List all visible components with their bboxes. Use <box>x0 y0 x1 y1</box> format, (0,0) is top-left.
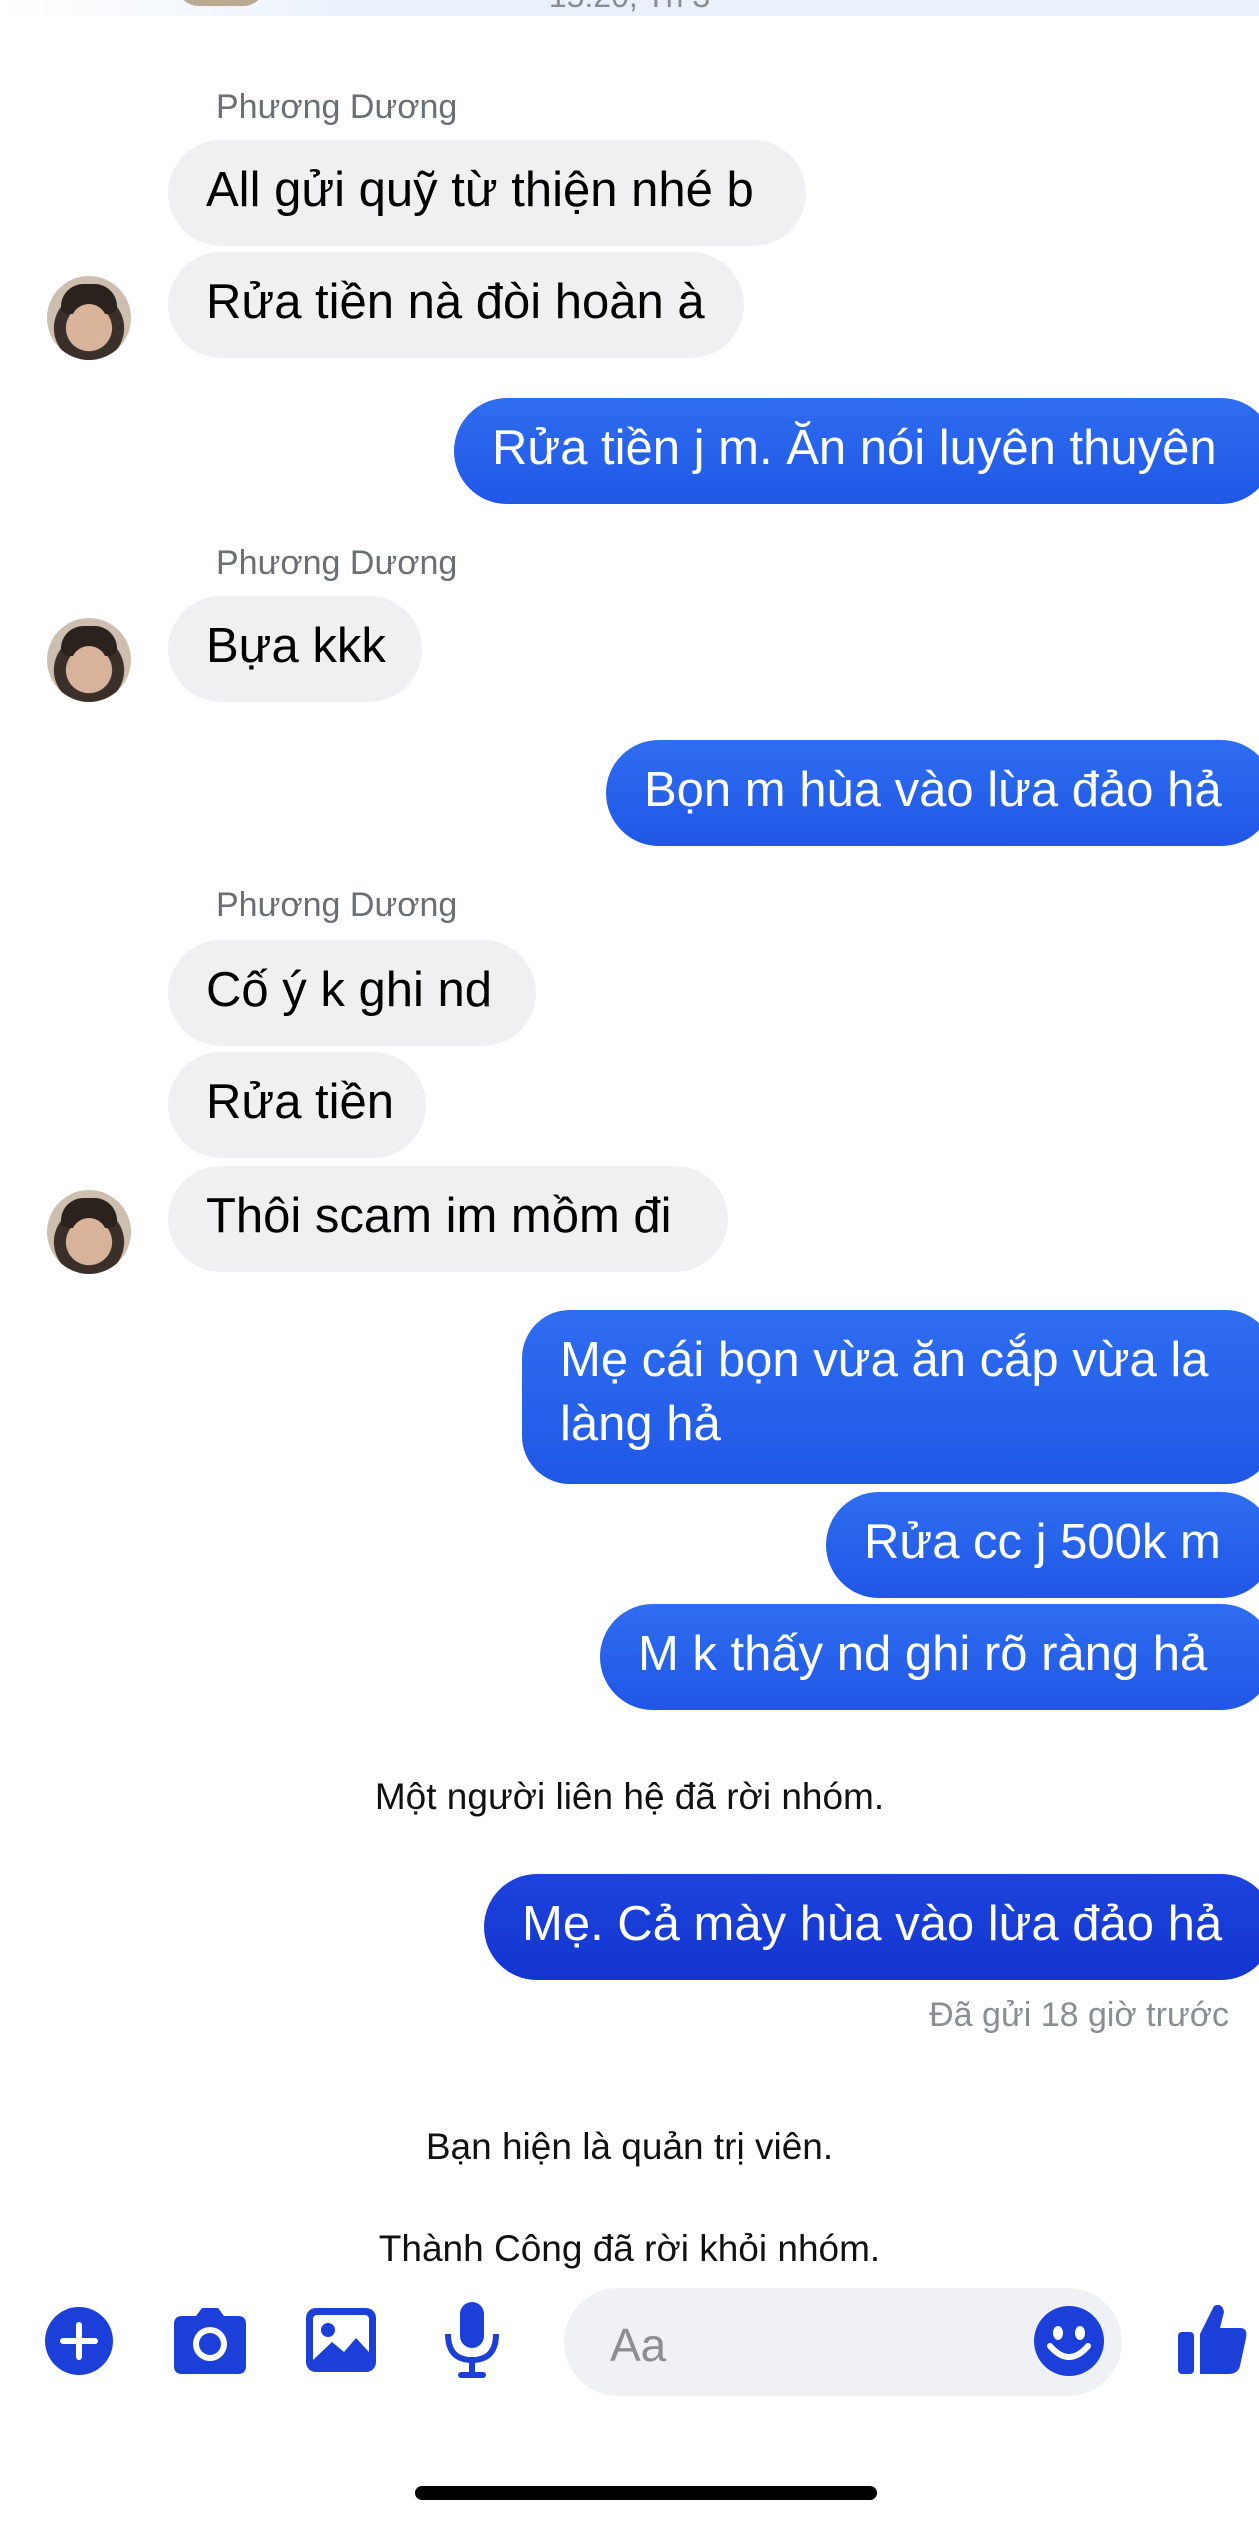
sender-name: Phương Dương <box>216 88 458 126</box>
message-text: M k thấy nd ghi rõ ràng hả <box>638 1627 1208 1681</box>
message-input-placeholder: Aa <box>610 2319 667 2371</box>
message-text: Rửa tiền nà đòi hoàn à <box>206 275 705 329</box>
camera-icon[interactable] <box>172 2306 248 2381</box>
incoming-message[interactable]: All gửi quỹ từ thiện nhé b <box>168 140 806 246</box>
sent-status: Đã gửi 18 giờ trước <box>929 1996 1229 2034</box>
sender-name: Phương Dương <box>216 544 458 582</box>
sender-avatar[interactable] <box>47 1190 131 1274</box>
system-notice: Một người liên hệ đã rời nhóm. <box>374 1776 885 1817</box>
image-icon[interactable] <box>306 2308 376 2377</box>
sender-avatar[interactable] <box>47 618 131 702</box>
message-timestamp: 15:20, Th 3 <box>0 0 1259 15</box>
incoming-message[interactable]: Thôi scam im mồm đi <box>168 1166 728 1272</box>
message-text: Cố ý k ghi nd <box>206 963 492 1017</box>
home-indicator[interactable] <box>415 2486 877 2500</box>
message-text: Mẹ. Cả mày hùa vào lừa đảo hả <box>522 1897 1223 1951</box>
system-notice: Thành Công đã rời khỏi nhóm. <box>378 2228 881 2269</box>
plus-icon[interactable] <box>44 2306 114 2381</box>
message-text: Bựa kkk <box>206 619 386 673</box>
outgoing-message[interactable]: Rửa tiền j m. Ăn nói luyên thuyên <box>454 398 1259 504</box>
outgoing-message[interactable]: Bọn m hùa vào lừa đảo hả <box>606 740 1259 846</box>
outgoing-message[interactable]: Rửa cc j 500k m <box>826 1492 1259 1598</box>
message-text-line: Mẹ cái bọn vừa ăn cắp vừa la <box>560 1333 1209 1387</box>
incoming-message[interactable]: Rửa tiền nà đòi hoàn à <box>168 252 744 358</box>
incoming-message[interactable]: Cố ý k ghi nd <box>168 940 536 1046</box>
outgoing-message[interactable]: Mẹ. Cả mày hùa vào lừa đảo hả <box>484 1874 1259 1980</box>
message-text-line: làng hả <box>560 1397 721 1451</box>
sender-avatar[interactable] <box>47 276 131 360</box>
incoming-message[interactable]: Rửa tiền <box>168 1052 426 1158</box>
microphone-icon[interactable] <box>444 2302 500 2385</box>
sender-name: Phương Dương <box>216 886 458 924</box>
message-text: Rửa cc j 500k m <box>864 1515 1221 1569</box>
message-text: Thôi scam im mồm đi <box>206 1189 672 1243</box>
system-notice: Bạn hiện là quản trị viên. <box>425 2126 834 2167</box>
thumbs-up-icon[interactable] <box>1176 2300 1248 2381</box>
incoming-message[interactable]: Bựa kkk <box>168 596 422 702</box>
message-text: All gửi quỹ từ thiện nhé b <box>206 163 754 217</box>
message-text: Bọn m hùa vào lừa đảo hả <box>644 763 1222 817</box>
message-text: Rửa tiền j m. Ăn nói luyên thuyên <box>492 421 1217 475</box>
outgoing-message[interactable]: Mẹ cái bọn vừa ăn cắp vừa la làng hả <box>522 1310 1259 1484</box>
outgoing-message[interactable]: M k thấy nd ghi rõ ràng hả <box>600 1604 1259 1710</box>
emoji-icon[interactable] <box>1034 2306 1104 2381</box>
message-text: Rửa tiền <box>206 1075 395 1129</box>
